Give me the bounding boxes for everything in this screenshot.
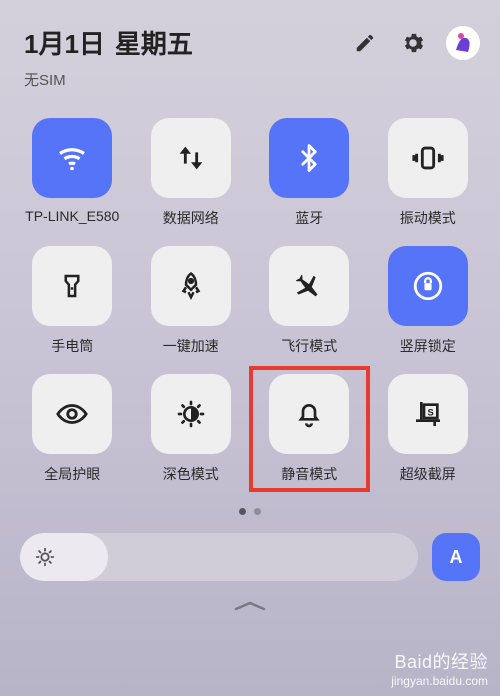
tile-label: TP-LINK_E580 xyxy=(25,208,119,224)
page-dot-active xyxy=(239,508,246,515)
tile-boost[interactable]: 一键加速 xyxy=(139,246,244,356)
auto-brightness-button[interactable]: A xyxy=(432,533,480,581)
tile-label: 飞行模式 xyxy=(281,336,337,356)
page-indicator xyxy=(0,508,500,515)
bluetooth-icon xyxy=(294,143,324,173)
tile-rotation-lock[interactable]: 竖屏锁定 xyxy=(376,246,481,356)
weekday-text: 星期五 xyxy=(115,24,193,61)
flashlight-icon xyxy=(57,271,87,301)
chevron-up-icon xyxy=(230,599,270,613)
tile-airplane[interactable]: 飞行模式 xyxy=(257,246,362,356)
brightness-slider[interactable] xyxy=(20,533,418,581)
data-icon xyxy=(174,141,208,175)
tile-label: 手电筒 xyxy=(51,336,93,356)
dark-mode-icon xyxy=(175,398,207,430)
tile-label: 振动模式 xyxy=(400,208,456,228)
bluetooth-tile xyxy=(269,118,349,198)
dark-mode-tile xyxy=(151,374,231,454)
tile-mute[interactable]: 静音模式 xyxy=(257,374,362,484)
tile-eye-comfort[interactable]: 全局护眼 xyxy=(20,374,125,484)
bottom-controls: A xyxy=(0,515,500,581)
screenshot-icon: S xyxy=(412,398,444,430)
tile-vibrate[interactable]: 振动模式 xyxy=(376,118,481,228)
watermark-sub: jingyan.baidu.com xyxy=(391,674,488,688)
tile-label: 蓝牙 xyxy=(295,208,323,228)
tile-label: 全局护眼 xyxy=(44,464,100,484)
wifi-icon xyxy=(54,140,90,176)
tile-flashlight[interactable]: 手电筒 xyxy=(20,246,125,356)
quick-settings-grid: TP-LINK_E580 数据网络 蓝牙 振动模式 手电筒 一键加速 xyxy=(0,108,500,494)
brightness-fill xyxy=(20,533,108,581)
tile-label: 深色模式 xyxy=(163,464,219,484)
watermark-main: Baid的经验 xyxy=(394,648,488,674)
tile-label: 一键加速 xyxy=(163,336,219,356)
airplane-icon xyxy=(293,270,325,302)
data-tile xyxy=(151,118,231,198)
vibrate-icon xyxy=(411,141,445,175)
tile-label: 静音模式 xyxy=(281,464,337,484)
eye-icon xyxy=(55,397,89,431)
tile-wifi[interactable]: TP-LINK_E580 xyxy=(20,118,125,228)
bell-icon xyxy=(293,398,325,430)
watermark: Baid的经验 jingyan.baidu.com xyxy=(391,648,488,688)
tile-label: 数据网络 xyxy=(163,208,219,228)
edit-button[interactable] xyxy=(350,28,380,58)
rocket-icon xyxy=(176,271,206,301)
settings-button[interactable] xyxy=(398,28,428,58)
page-dot xyxy=(254,508,261,515)
rotation-lock-icon xyxy=(411,269,445,303)
boost-tile xyxy=(151,246,231,326)
drag-handle[interactable] xyxy=(0,599,500,613)
svg-text:S: S xyxy=(427,407,433,417)
flashlight-tile xyxy=(32,246,112,326)
airplane-tile xyxy=(269,246,349,326)
date-text: 1月1日 xyxy=(24,24,105,61)
tile-dark-mode[interactable]: 深色模式 xyxy=(139,374,244,484)
vibrate-tile xyxy=(388,118,468,198)
brightness-icon xyxy=(34,546,56,568)
wifi-tile xyxy=(32,118,112,198)
date-line: 1月1日 星期五 xyxy=(24,24,193,61)
header-actions xyxy=(350,26,480,60)
tile-label: 竖屏锁定 xyxy=(400,336,456,356)
eye-tile xyxy=(32,374,112,454)
header: 1月1日 星期五 xyxy=(0,0,500,69)
avatar-icon xyxy=(446,26,480,60)
pencil-icon xyxy=(354,32,376,54)
rotation-lock-tile xyxy=(388,246,468,326)
avatar-button[interactable] xyxy=(446,26,480,60)
tile-screenshot[interactable]: S 超级截屏 xyxy=(376,374,481,484)
tile-bluetooth[interactable]: 蓝牙 xyxy=(257,118,362,228)
screenshot-tile: S xyxy=(388,374,468,454)
mute-tile xyxy=(269,374,349,454)
auto-label: A xyxy=(450,547,463,568)
gear-icon xyxy=(400,30,426,56)
tile-label: 超级截屏 xyxy=(400,464,456,484)
sim-status: 无SIM xyxy=(0,69,500,108)
tile-data[interactable]: 数据网络 xyxy=(139,118,244,228)
